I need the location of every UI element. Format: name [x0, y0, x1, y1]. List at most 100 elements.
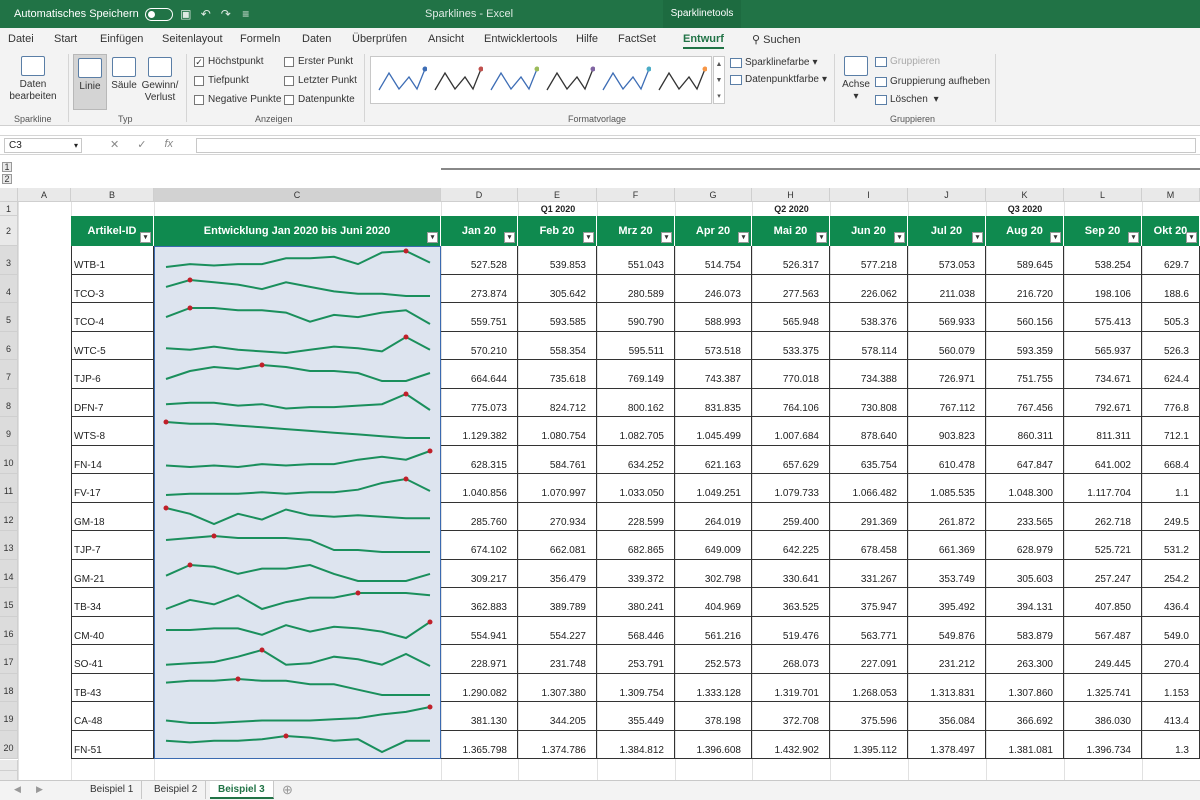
- table-cell[interactable]: 570.210: [441, 331, 518, 360]
- table-cell[interactable]: 764.106: [752, 388, 830, 417]
- table-row-id[interactable]: TB-43: [71, 673, 154, 702]
- column-header-J[interactable]: J: [908, 188, 986, 202]
- table-cell[interactable]: 567.487: [1064, 616, 1142, 645]
- table-cell[interactable]: 375.947: [830, 588, 908, 617]
- table-cell[interactable]: 362.883: [441, 588, 518, 617]
- table-cell[interactable]: 1.395.112: [830, 730, 908, 759]
- table-cell[interactable]: 257.247: [1064, 559, 1142, 588]
- table-row-id[interactable]: GM-18: [71, 502, 154, 531]
- next-sheet-icon[interactable]: ▶: [36, 784, 43, 795]
- table-cell[interactable]: 560.156: [986, 303, 1064, 332]
- table-cell[interactable]: 539.853: [518, 246, 597, 275]
- formula-input[interactable]: [196, 138, 1196, 153]
- table-cell[interactable]: 436.4: [1142, 588, 1200, 617]
- table-cell[interactable]: 1.307.860: [986, 673, 1064, 702]
- row-header-20[interactable]: 20: [0, 730, 18, 759]
- sparkline[interactable]: [160, 419, 436, 441]
- redo-icon[interactable]: ↷: [219, 7, 233, 21]
- table-cell[interactable]: 280.589: [597, 274, 675, 303]
- table-cell[interactable]: 1.049.251: [675, 474, 752, 503]
- table-cell[interactable]: 554.941: [441, 616, 518, 645]
- table-cell[interactable]: 261.872: [908, 502, 986, 531]
- row-header-6[interactable]: 6: [0, 331, 18, 360]
- table-cell[interactable]: 589.645: [986, 246, 1064, 275]
- search-tell-me[interactable]: ⚲ Suchen: [752, 33, 800, 46]
- show-check-checks_right-1[interactable]: Letzter Punkt: [284, 75, 357, 86]
- table-cell[interactable]: 526.3: [1142, 331, 1200, 360]
- row-header-1[interactable]: 1: [0, 202, 18, 216]
- column-header-D[interactable]: D: [441, 188, 518, 202]
- table-cell[interactable]: 1.070.997: [518, 474, 597, 503]
- column-header-A[interactable]: A: [18, 188, 71, 202]
- table-cell[interactable]: 568.446: [597, 616, 675, 645]
- table-cell[interactable]: 305.642: [518, 274, 597, 303]
- table-cell[interactable]: 249.5: [1142, 502, 1200, 531]
- filter-dropdown-icon[interactable]: ▾: [1186, 232, 1197, 243]
- row-header-7[interactable]: 7: [0, 360, 18, 389]
- show-check-checks_left-2[interactable]: Negative Punkte: [194, 94, 281, 105]
- table-cell[interactable]: 661.369: [908, 531, 986, 560]
- table-cell[interactable]: 330.641: [752, 559, 830, 588]
- type-column-button[interactable]: Säule: [110, 57, 138, 92]
- filter-dropdown-icon[interactable]: ▾: [816, 232, 827, 243]
- table-cell[interactable]: 1.319.701: [752, 673, 830, 702]
- table-row-id[interactable]: TJP-7: [71, 531, 154, 560]
- table-cell[interactable]: 584.761: [518, 445, 597, 474]
- table-cell[interactable]: 527.528: [441, 246, 518, 275]
- sparkline-style-option[interactable]: [489, 65, 539, 95]
- table-cell[interactable]: 270.4: [1142, 645, 1200, 674]
- sheet-tab-1[interactable]: Beispiel 2: [146, 781, 207, 799]
- sparkline[interactable]: [160, 334, 436, 356]
- column-header-G[interactable]: G: [675, 188, 752, 202]
- filter-dropdown-icon[interactable]: ▾: [1128, 232, 1139, 243]
- table-cell[interactable]: 903.823: [908, 417, 986, 446]
- table-cell[interactable]: 595.511: [597, 331, 675, 360]
- table-cell[interactable]: 634.252: [597, 445, 675, 474]
- table-row-id[interactable]: FN-14: [71, 445, 154, 474]
- table-cell[interactable]: 734.671: [1064, 360, 1142, 389]
- sparkline[interactable]: [160, 704, 436, 726]
- table-cell[interactable]: 642.225: [752, 531, 830, 560]
- column-header-C[interactable]: C: [154, 188, 441, 202]
- table-cell[interactable]: 363.525: [752, 588, 830, 617]
- filter-dropdown-icon[interactable]: ▾: [427, 232, 438, 243]
- function-icon[interactable]: fx: [164, 138, 173, 151]
- table-cell[interactable]: 395.492: [908, 588, 986, 617]
- table-cell[interactable]: 389.789: [518, 588, 597, 617]
- table-cell[interactable]: 583.879: [986, 616, 1064, 645]
- table-cell[interactable]: 647.847: [986, 445, 1064, 474]
- table-cell[interactable]: 356.479: [518, 559, 597, 588]
- checkbox-icon[interactable]: [194, 94, 204, 105]
- table-cell[interactable]: 1.325.741: [1064, 673, 1142, 702]
- table-cell[interactable]: 533.375: [752, 331, 830, 360]
- table-cell[interactable]: 211.038: [908, 274, 986, 303]
- table-cell[interactable]: 253.791: [597, 645, 675, 674]
- table-cell[interactable]: 577.218: [830, 246, 908, 275]
- show-check-checks_right-0[interactable]: Erster Punkt: [284, 56, 353, 67]
- table-cell[interactable]: 565.937: [1064, 331, 1142, 360]
- table-cell[interactable]: 593.585: [518, 303, 597, 332]
- show-check-checks_right-2[interactable]: Datenpunkte: [284, 94, 355, 105]
- table-cell[interactable]: 549.0: [1142, 616, 1200, 645]
- table-cell[interactable]: 1.374.786: [518, 730, 597, 759]
- table-cell[interactable]: 1.268.053: [830, 673, 908, 702]
- filter-dropdown-icon[interactable]: ▾: [972, 232, 983, 243]
- table-cell[interactable]: 1.129.382: [441, 417, 518, 446]
- table-row-id[interactable]: CA-48: [71, 702, 154, 731]
- table-cell[interactable]: 1.396.734: [1064, 730, 1142, 759]
- row-header-17[interactable]: 17: [0, 645, 18, 674]
- table-cell[interactable]: 554.227: [518, 616, 597, 645]
- menu-tab-3[interactable]: Seitenlayout: [162, 33, 223, 45]
- table-cell[interactable]: 285.760: [441, 502, 518, 531]
- table-cell[interactable]: 228.599: [597, 502, 675, 531]
- table-cell[interactable]: 560.079: [908, 331, 986, 360]
- table-cell[interactable]: 259.400: [752, 502, 830, 531]
- filter-dropdown-icon[interactable]: ▾: [738, 232, 749, 243]
- checkbox-icon[interactable]: [194, 75, 204, 86]
- table-cell[interactable]: 375.596: [830, 702, 908, 731]
- table-cell[interactable]: 824.712: [518, 388, 597, 417]
- table-cell[interactable]: 273.874: [441, 274, 518, 303]
- table-cell[interactable]: 386.030: [1064, 702, 1142, 731]
- table-cell[interactable]: 743.387: [675, 360, 752, 389]
- table-cell[interactable]: 1.117.704: [1064, 474, 1142, 503]
